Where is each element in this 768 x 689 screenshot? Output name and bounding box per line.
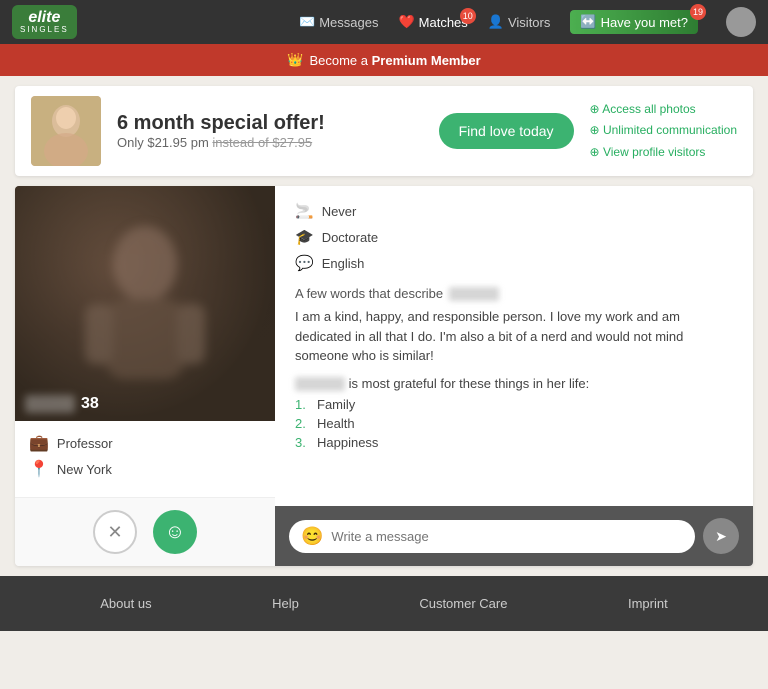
logo[interactable]: elite SINGLES [12,5,77,39]
emoji-icon[interactable]: 😊 [301,526,323,547]
message-input-wrap: 😊 [289,520,695,553]
language-icon: 💬 [295,254,314,272]
profession-label: Professor [57,436,113,451]
profile-meta: 💼 Professor 📍 New York [15,421,275,497]
premium-text: Become a Premium Member [309,53,480,68]
grateful-item-2: 2. Health [295,416,733,431]
offer-feature-1: Access all photos [590,99,737,121]
person-silhouette [75,209,215,399]
badge-matches: 10 [460,8,476,24]
offer-banner: 6 month special offer! Only $21.95 pm in… [15,86,753,176]
graduation-icon: 🎓 [295,228,314,246]
footer-help[interactable]: Help [272,596,299,611]
smoking-icon: 🚬 [295,202,314,220]
profile-actions: ✕ ☺ [15,497,275,566]
education-value: Doctorate [322,230,378,245]
profile-name-age: 38 [25,395,99,413]
user-name-blurred-2 [295,377,345,391]
profile-left-panel: 38 💼 Professor 📍 New York ✕ ☺ [15,186,275,566]
education-detail: 🎓 Doctorate [295,228,733,246]
grateful-list: 1. Family 2. Health 3. Happiness [295,397,733,450]
offer-feature-2: Unlimited communication [590,120,737,142]
send-button[interactable]: ➤ [703,518,739,554]
like-button[interactable]: ☺ [153,510,197,554]
location-icon: 📍 [29,459,49,479]
profile-photo: 38 [15,186,275,421]
describe-label: A few words that describe [295,286,443,301]
offer-price-value: Only $21.95 pm [117,135,209,150]
briefcase-icon: 💼 [29,433,49,453]
photo-overlay [15,186,275,421]
offer-text: 6 month special offer! Only $21.95 pm in… [117,112,423,150]
navbar: elite SINGLES ✉️ Messages 10 ❤️ Matches … [0,0,768,44]
profile-right-panel: 🚬 Never 🎓 Doctorate 💬 English A few word… [275,186,753,566]
offer-feature-3: View profile visitors [590,142,737,164]
logo-elite: elite [28,9,60,27]
language-value: English [322,256,365,271]
send-icon: ➤ [715,528,727,545]
nav-matches[interactable]: 10 ❤️ Matches [398,14,467,30]
badge-haveyoumet: 19 [690,4,706,20]
footer: About us Help Customer Care Imprint [0,576,768,631]
premium-bold: Premium Member [372,53,481,68]
crown-icon: 👑 [287,52,303,68]
envelope-icon: ✉️ [299,14,315,30]
grateful-item-2-text: Health [317,416,355,431]
logo-singles: SINGLES [20,26,69,35]
profile-card: 38 💼 Professor 📍 New York ✕ ☺ 🚬 Never [15,186,753,566]
grateful-intro: is most grateful for these things in her… [349,376,590,391]
offer-headline: 6 month special offer! [117,112,423,135]
offer-original-price: instead of $27.95 [212,135,312,150]
grateful-item-3: 3. Happiness [295,435,733,450]
footer-imprint[interactable]: Imprint [628,596,668,611]
grateful-item-1: 1. Family [295,397,733,412]
smoking-value: Never [322,204,357,219]
offer-image-svg [31,96,101,166]
message-input[interactable] [331,529,683,544]
user-name-blurred [449,287,499,301]
message-area: 😊 ➤ [275,506,753,566]
user-avatar[interactable] [726,7,756,37]
grateful-item-1-text: Family [317,397,355,412]
language-detail: 💬 English [295,254,733,272]
nav-items: ✉️ Messages 10 ❤️ Matches 👤 Visitors 19 … [299,7,756,37]
smoking-detail: 🚬 Never [295,202,733,220]
profession-item: 💼 Professor [29,433,261,453]
footer-about[interactable]: About us [100,596,151,611]
heart-icon: ❤️ [398,14,414,30]
premium-pre: Become a [309,53,368,68]
footer-customer-care[interactable]: Customer Care [419,596,507,611]
person-icon: 👤 [488,14,504,30]
premium-banner[interactable]: 👑 Become a Premium Member [0,44,768,76]
grateful-item-3-text: Happiness [317,435,378,450]
nav-haveyoumet[interactable]: 19 ↔️ Have you met? [570,10,698,34]
location-label: New York [57,462,112,477]
offer-features: Access all photos Unlimited communicatio… [590,99,737,164]
dislike-button[interactable]: ✕ [93,510,137,554]
nav-messages[interactable]: ✉️ Messages [299,14,378,30]
haveyoumet-label: Have you met? [601,15,688,30]
describe-section: A few words that describe [295,286,733,301]
offer-cta-button[interactable]: Find love today [439,113,574,149]
profile-age: 38 [81,395,99,413]
bio-text: I am a kind, happy, and responsible pers… [295,307,733,366]
messages-label: Messages [319,15,378,30]
nav-visitors[interactable]: 👤 Visitors [488,14,551,30]
swap-icon: ↔️ [580,14,596,30]
grateful-title: is most grateful for these things in her… [295,376,733,392]
profile-name-blurred [25,395,75,413]
visitors-label: Visitors [508,15,550,30]
offer-image [31,96,101,166]
profile-details: 🚬 Never 🎓 Doctorate 💬 English A few word… [275,186,753,506]
location-item: 📍 New York [29,459,261,479]
offer-price: Only $21.95 pm instead of $27.95 [117,135,423,150]
